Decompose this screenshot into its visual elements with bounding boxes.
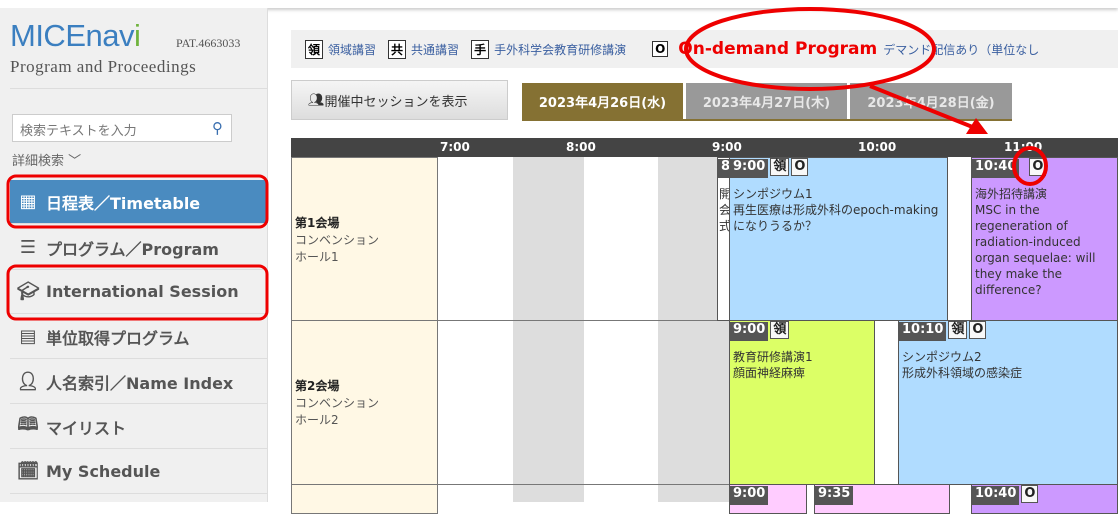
chevron-down-icon: ﹀ <box>68 154 82 169</box>
legend-badge: 領 <box>305 39 324 59</box>
session-time: 10:10 <box>899 322 947 341</box>
people-icon: 👥︎ <box>308 92 325 108</box>
hour-label: 10:00 <box>858 140 897 154</box>
book-icon: 🕮 <box>17 413 39 435</box>
legend-badge: O <box>652 41 669 57</box>
badge-ondemand: O <box>1021 485 1039 503</box>
grid-stripe <box>513 157 584 502</box>
calendar-icon: 🗓︎ <box>16 461 40 482</box>
session-row3-c[interactable]: 10:40 O <box>971 484 1118 514</box>
session-title: 海外招待講演 <box>975 187 1048 201</box>
badge-ondemand: O <box>791 158 809 176</box>
session-time: 9:00 <box>730 486 769 505</box>
nav-label: 単位取得プログラム <box>46 328 190 348</box>
nav-label: マイリスト <box>46 418 127 438</box>
graduation-cap-icon: 🎓︎ <box>16 281 40 302</box>
session-time: 10:40 <box>972 486 1020 505</box>
room-sub: コンベンション <box>295 232 380 247</box>
room-sub: コンベンション <box>295 396 380 410</box>
session-time: 10:40 <box>972 159 1020 178</box>
top-bar <box>0 0 1118 8</box>
room-1: 第1会場コンベンション ホール1 <box>291 157 438 321</box>
badge-ryoiki: 領 <box>770 158 790 176</box>
session-row3-a[interactable]: 9:00 <box>729 484 807 514</box>
session-education-1[interactable]: 9:00 領教育研修講演1 顔面神経麻痺 <box>729 320 875 485</box>
tab-underline <box>522 119 1012 121</box>
session-row3-b[interactable]: 9:35 <box>814 484 950 514</box>
nav-label: 人名索引／Name Index <box>46 373 234 393</box>
session-symposium-2[interactable]: 10:10 領 O シンポジウム2 形成外科領域の感染症 <box>898 320 1118 485</box>
search-icon[interactable]: ⚲ <box>212 119 223 137</box>
session-invited-lecture[interactable]: 10:40 O 海外招待講演 MSC in the regeneration of r… <box>971 157 1118 321</box>
hour-label: 8:00 <box>566 140 596 154</box>
nav-label: International Session <box>46 282 239 301</box>
calendar-grid-icon: ▦ <box>19 191 37 212</box>
nav-label: プログラム／Program <box>46 239 219 259</box>
session-body: 顔面神経麻痺 <box>733 366 806 380</box>
room-name: 第1会場 <box>295 215 340 230</box>
ondemand-annotation: On-demand Program <box>678 39 878 59</box>
nav-label: 日程表／Timetable <box>46 193 201 213</box>
nav-label: My Schedule <box>46 462 161 481</box>
sidebar-item-my-schedule[interactable]: 🗓︎ My Schedule <box>10 450 268 494</box>
session-title: シンポジウム2 <box>902 350 982 364</box>
sidebar-item-international-session[interactable]: 🎓︎ International Session <box>10 270 268 314</box>
session-body: 再生医療は形成外科のepoch-makingになりうるか？ <box>733 203 939 233</box>
session-body: MSC in the regeneration of radiation-ind… <box>975 203 1096 297</box>
badge-ondemand: O <box>1029 158 1047 176</box>
sidebar-item-mylist[interactable]: 🕮 マイリスト <box>10 405 268 449</box>
room-sub: ホール2 <box>295 413 339 427</box>
advanced-search-toggle[interactable]: 詳細検索 ﹀ <box>12 150 81 169</box>
session-symposium-1[interactable]: 9:00 領 O シンポジウム1 再生医療は形成外科のepoch-makingになりうる… <box>729 157 948 321</box>
room-name: 第2会場 <box>295 379 340 393</box>
show-ongoing-sessions-button[interactable]: 👥︎ 開催中セッションを表示 <box>291 80 508 120</box>
room-sub: ホール1 <box>295 249 339 264</box>
session-body: 形成外科領域の感染症 <box>902 366 1023 380</box>
search-input[interactable]: 検索テキストを入力 ⚲ <box>12 114 232 142</box>
advanced-search-label: 詳細検索 <box>12 154 65 169</box>
search-placeholder: 検索テキストを入力 <box>20 124 137 139</box>
badge-ryoiki: 領 <box>948 321 968 339</box>
sidebar-item-name-index[interactable]: 👤︎ 人名索引／Name Index <box>10 360 268 404</box>
legend-label: 領域講習 <box>328 42 377 57</box>
session-title: 教育研修講演1 <box>733 350 813 364</box>
hour-label: 9:00 <box>712 140 742 154</box>
badge-ryoiki: 領 <box>770 321 790 339</box>
room-3 <box>291 484 438 514</box>
patent-number: PAT.4663033 <box>176 36 241 50</box>
time-header: 7:00 8:00 9:00 10:00 11:00 <box>291 138 1118 157</box>
legend-bar: 領領域講習 共共通講習 手手外科学会教育研修講演 O On-demand Prog… <box>291 30 1118 68</box>
logo[interactable]: MICEnavi <box>10 18 141 54</box>
sidebar-item-timetable[interactable]: ▦ 日程表／Timetable <box>10 180 268 224</box>
sidebar-item-program[interactable]: ☰ プログラム／Program <box>10 226 268 270</box>
legend-label: デマンド配信あり（単位なし <box>883 42 1040 57</box>
button-label: 開催中セッションを表示 <box>324 94 468 110</box>
sidebar-item-credit-program[interactable]: ▤ 単位取得プログラム <box>10 315 268 359</box>
legend-badge: 手 <box>471 39 490 59</box>
session-time: 9:35 <box>815 486 854 505</box>
hour-label: 11:00 <box>1004 140 1043 154</box>
badge-ondemand: O <box>969 321 987 339</box>
legend-label: 共通講習 <box>411 42 460 57</box>
session-title: シンポジウム1 <box>733 187 813 201</box>
hour-label: 7:00 <box>440 140 470 154</box>
certificate-icon: ▤ <box>19 326 37 347</box>
tab-day-1[interactable]: 2023年4月26日(水) <box>522 83 683 120</box>
session-time: 9:00 <box>730 159 769 178</box>
session-time: 9:00 <box>730 322 769 341</box>
person-icon: 👤︎ <box>16 371 40 392</box>
legend-label: 手外科学会教育研修講演 <box>494 42 627 57</box>
logo-subtitle: Program and Proceedings <box>10 57 197 76</box>
tab-day-2[interactable]: 2023年4月27日(木) <box>686 83 847 120</box>
list-icon: ☰ <box>19 237 37 258</box>
tab-day-3[interactable]: 2023年4月28日(金) <box>850 83 1012 120</box>
legend-badge: 共 <box>388 39 407 59</box>
room-2: 第2会場コンベンション ホール2 <box>291 320 438 485</box>
divider <box>10 88 268 89</box>
